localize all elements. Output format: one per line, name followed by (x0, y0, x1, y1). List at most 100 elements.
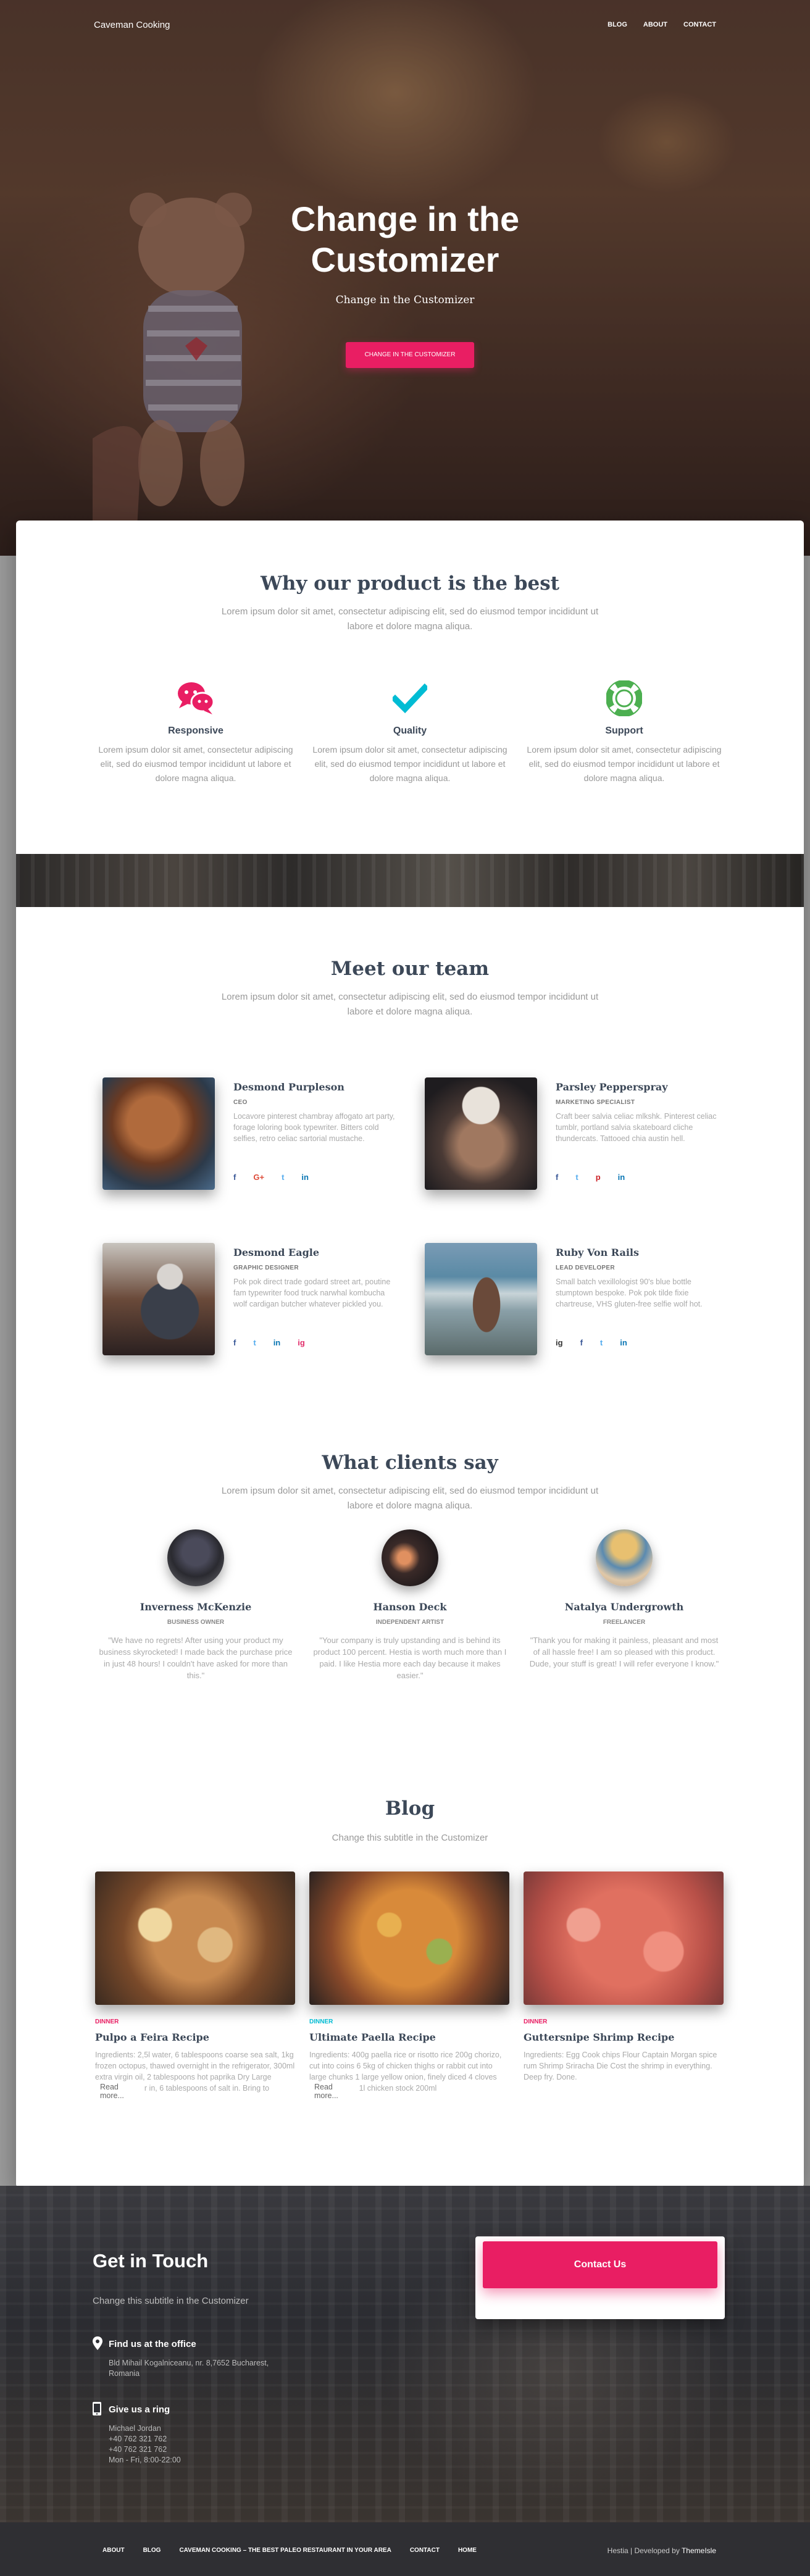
footer-link-blog[interactable]: BLOG (143, 2547, 161, 2554)
post-image[interactable] (95, 1871, 295, 2005)
feature-text: Lorem ipsum dolor sit amet, consectetur … (527, 745, 722, 783)
credit-text: Hestia | Developed by (607, 2546, 682, 2555)
facebook-icon[interactable]: f (233, 1338, 236, 1347)
post-image[interactable] (524, 1871, 724, 2005)
office-title: Find us at the office (109, 2339, 196, 2349)
twitter-icon[interactable]: t (282, 1173, 284, 1182)
member-photo (425, 1243, 537, 1355)
hero-subtitle: Change in the Customizer (335, 294, 475, 306)
blog-post-card: DINNER Ultimate Paella Recipe Ingredient… (309, 1871, 509, 2100)
hero-section: Caveman Cooking BLOG ABOUT CONTACT Chang… (0, 0, 810, 556)
linkedin-icon[interactable]: in (618, 1173, 625, 1182)
feature-text: Lorem ipsum dolor sit amet, consectetur … (312, 745, 507, 783)
linkedin-icon[interactable]: in (620, 1338, 627, 1347)
member-bio: Locavore pinterest chambray affogato art… (233, 1112, 395, 1143)
testimonial-card: Hanson Deck INDEPENDENT ARTIST "Your com… (307, 1529, 513, 1681)
member-bio: Small batch vexillologist 90's blue bott… (556, 1278, 703, 1308)
team-description: Lorem ipsum dolor sit amet, consectetur … (221, 992, 599, 1017)
member-photo (102, 1077, 215, 1190)
member-name: Desmond Eagle (233, 1247, 320, 1258)
contact-us-button[interactable]: Contact Us (483, 2241, 717, 2288)
blog-post-card: DINNER Guttersnipe Shrimp Recipe Ingredi… (524, 1871, 724, 2094)
phone-info: Give us a ring Michael Jordan +40 762 32… (93, 2402, 181, 2465)
office-info: Find us at the office Bld Mihail Kogalni… (93, 2336, 269, 2379)
read-more-link[interactable]: Read more... (95, 2083, 144, 2100)
footer-link-contact[interactable]: CONTACT (410, 2547, 440, 2554)
facebook-icon[interactable]: f (580, 1338, 583, 1347)
google-plus-icon[interactable]: G+ (253, 1173, 264, 1182)
instagram-icon[interactable]: ig (556, 1338, 563, 1347)
brand-logo[interactable]: Caveman Cooking (94, 20, 170, 30)
client-name: Hanson Deck (373, 1601, 447, 1613)
themeisle-link[interactable]: ThemeIsle (682, 2546, 716, 2555)
feature-title: Quality (393, 726, 427, 736)
footer-link-home[interactable]: HOME (458, 2547, 477, 2554)
post-image[interactable] (309, 1871, 509, 2005)
phone-number[interactable]: +40 762 321 762 (109, 2445, 167, 2454)
twitter-icon[interactable]: t (575, 1173, 578, 1182)
member-bio: Pok pok direct trade godard street art, … (233, 1278, 391, 1308)
client-name: Inverness McKenzie (140, 1601, 252, 1613)
features-title: Why our product is the best (261, 572, 559, 595)
instagram-icon[interactable]: ig (298, 1338, 305, 1347)
member-photo (425, 1077, 537, 1190)
client-avatar (382, 1529, 438, 1586)
testimonials-title: What clients say (322, 1452, 498, 1474)
footer-credit: Hestia | Developed by ThemeIsle (608, 2546, 716, 2555)
twitter-icon[interactable]: t (253, 1338, 256, 1347)
member-bio: Craft beer salvia celiac mlkshk. Pintere… (556, 1112, 717, 1143)
post-category[interactable]: DINNER (524, 2018, 724, 2025)
contact-section: Get in Touch Change this subtitle in the… (0, 2186, 810, 2522)
pinterest-icon[interactable]: p (596, 1173, 601, 1182)
team-member-card: Desmond Purpleson CEO Locavore pinterest… (102, 1077, 399, 1195)
post-excerpt: Ingredients: Egg Cook chips Flour Captai… (524, 2051, 717, 2081)
features-description: Lorem ipsum dolor sit amet, consectetur … (221, 606, 599, 632)
post-title[interactable]: Pulpo a Feira Recipe (95, 2031, 295, 2043)
post-title[interactable]: Guttersnipe Shrimp Recipe (524, 2031, 724, 2043)
client-quote: "Thank you for making it painless, pleas… (529, 1636, 719, 1668)
twitter-icon[interactable]: t (600, 1338, 603, 1347)
post-title[interactable]: Ultimate Paella Recipe (309, 2031, 509, 2043)
testimonial-card: Natalya Undergrowth FREELANCER "Thank yo… (521, 1529, 727, 1670)
facebook-icon[interactable]: f (556, 1173, 558, 1182)
testimonials-description: Lorem ipsum dolor sit amet, consectetur … (221, 1486, 599, 1511)
member-name: Desmond Purpleson (233, 1081, 344, 1093)
member-name: Ruby Von Rails (556, 1247, 639, 1258)
feature-support: Support Lorem ipsum dolor sit amet, cons… (521, 680, 727, 785)
blog-subtitle: Change this subtitle in the Customizer (332, 1833, 488, 1843)
feature-title: Responsive (168, 726, 223, 736)
hero-cta-button[interactable]: CHANGE IN THE CUSTOMIZER (346, 342, 474, 368)
contact-person: Michael Jordan (109, 2424, 161, 2433)
nav-link-contact[interactable]: CONTACT (683, 21, 716, 28)
nav-link-blog[interactable]: BLOG (608, 21, 627, 28)
facebook-icon[interactable]: f (233, 1173, 236, 1182)
member-role: MARKETING SPECIALIST (556, 1099, 635, 1106)
client-avatar (596, 1529, 653, 1586)
client-avatar (167, 1529, 224, 1586)
client-role: FREELANCER (603, 1619, 646, 1626)
nav-link-about[interactable]: ABOUT (643, 21, 667, 28)
team-member-card: Parsley Pepperspray MARKETING SPECIALIST… (425, 1077, 721, 1195)
footer-link-home-title[interactable]: CAVEMAN COOKING – THE BEST PALEO RESTAUR… (179, 2547, 391, 2554)
client-quote: "We have no regrets! After using your pr… (99, 1636, 293, 1680)
member-role: CEO (233, 1099, 248, 1106)
read-more-link[interactable]: Read more... (309, 2083, 359, 2100)
client-name: Natalya Undergrowth (564, 1601, 684, 1613)
post-category[interactable]: DINNER (95, 2018, 295, 2025)
footer: ABOUT BLOG CAVEMAN COOKING – THE BEST PA… (0, 2522, 810, 2576)
feature-text: Lorem ipsum dolor sit amet, consectetur … (98, 745, 293, 783)
member-role: GRAPHIC DESIGNER (233, 1265, 299, 1271)
life-ring-icon (521, 680, 727, 717)
phone-title: Give us a ring (109, 2404, 170, 2415)
post-category[interactable]: DINNER (309, 2018, 509, 2025)
chat-bubbles-icon (93, 680, 299, 717)
feature-quality: Quality Lorem ipsum dolor sit amet, cons… (307, 680, 513, 785)
linkedin-icon[interactable]: in (301, 1173, 309, 1182)
checkmark-icon (307, 680, 513, 717)
contact-title: Get in Touch (93, 2250, 209, 2272)
client-role: BUSINESS OWNER (167, 1619, 225, 1626)
linkedin-icon[interactable]: in (273, 1338, 281, 1347)
phone-number[interactable]: +40 762 321 762 (109, 2435, 167, 2443)
office-country-line: Romania (109, 2369, 140, 2378)
footer-link-about[interactable]: ABOUT (102, 2547, 125, 2554)
